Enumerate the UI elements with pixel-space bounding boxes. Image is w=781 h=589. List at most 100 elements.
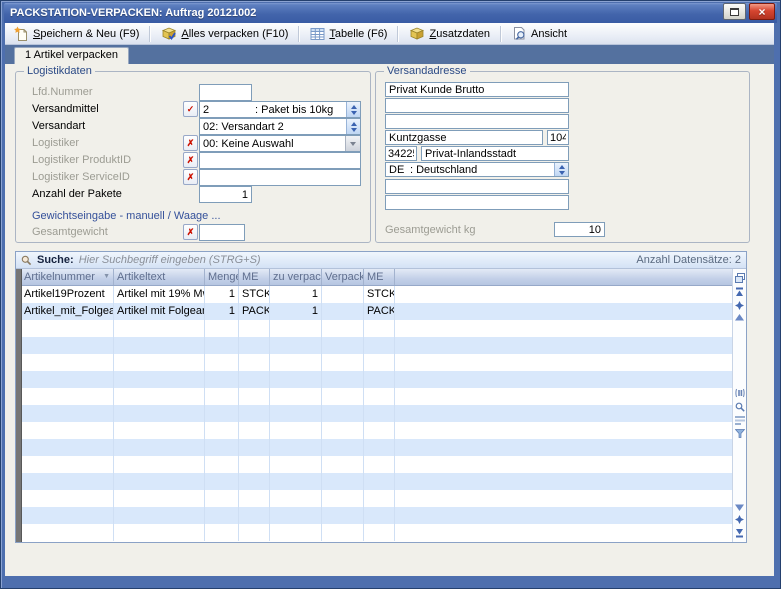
table-row[interactable]: [21, 405, 732, 422]
spinner-icon[interactable]: [346, 119, 360, 134]
restore-button[interactable]: [723, 3, 746, 20]
lfd-nummer-input[interactable]: [199, 84, 252, 101]
address-name2-input[interactable]: [385, 98, 569, 113]
table-cell-filler: [395, 422, 732, 439]
table-cell: [114, 439, 205, 456]
toolbar-button-zusatzdaten[interactable]: Zusatzdaten: [404, 24, 495, 44]
page-down-icon[interactable]: [735, 515, 744, 524]
table-row[interactable]: [21, 354, 732, 371]
table-cell: [322, 524, 364, 541]
table-row[interactable]: [21, 524, 732, 541]
table-cell: [114, 507, 205, 524]
table-row[interactable]: [21, 388, 732, 405]
address-name3-input[interactable]: [385, 114, 569, 129]
table-cell: [239, 388, 270, 405]
address-extra2-input[interactable]: [385, 195, 569, 210]
pakete-input[interactable]: [199, 186, 252, 203]
table-cell: [322, 354, 364, 371]
versandmittel-combo[interactable]: 2 : Paket bis 10kg: [199, 101, 361, 118]
table-cell: [205, 507, 239, 524]
window-buttons: ×: [723, 3, 775, 20]
table-cell-filler: [395, 490, 732, 507]
table-cell: [21, 388, 114, 405]
table-cell: [322, 405, 364, 422]
address-house-number-input[interactable]: [547, 130, 569, 145]
versandart-combo[interactable]: 02: Versandart 2: [199, 118, 361, 135]
gesamtgewicht-input[interactable]: [199, 224, 245, 241]
toolbar-button-speichern-neu[interactable]: Speichern & Neu (F9): [9, 24, 144, 44]
table-row[interactable]: [21, 490, 732, 507]
table-header: Artikelnummer▼ Artikeltext Menge ME zu v…: [21, 269, 732, 286]
header-artikeltext[interactable]: Artikeltext: [114, 269, 205, 285]
table-row[interactable]: [21, 320, 732, 337]
address-name1-input[interactable]: [385, 82, 569, 97]
search-label: Suche:: [37, 254, 74, 266]
country-combo[interactable]: DE : Deutschland: [385, 162, 569, 177]
table-row[interactable]: Artikel19ProzentArtikel mit 19% MwSt.1ST…: [21, 286, 732, 303]
table-cell-filler: [395, 524, 732, 541]
article-table: Artikelnummer▼ Artikeltext Menge ME zu v…: [16, 269, 746, 542]
logistics-group-title: Logistikdaten: [24, 65, 95, 77]
title-bar[interactable]: PACKSTATION-VERPACKEN: Auftrag 20121002: [4, 3, 777, 23]
page-up-icon[interactable]: [735, 301, 744, 310]
table-row[interactable]: [21, 422, 732, 439]
table-row[interactable]: [21, 456, 732, 473]
toolbar-button-ansicht[interactable]: Ansicht: [507, 24, 572, 44]
package-icon: [409, 26, 425, 41]
goto-first-icon[interactable]: [735, 287, 744, 297]
close-button[interactable]: ×: [749, 3, 775, 20]
produktid-input[interactable]: [199, 152, 361, 169]
grid-search-icon[interactable]: [735, 402, 745, 412]
toolbar-button-alles-verpacken[interactable]: Alles verpacken (F10): [156, 24, 293, 44]
prev-row-icon[interactable]: [735, 314, 744, 321]
grid-corner-icon[interactable]: [735, 273, 745, 283]
table-row[interactable]: [21, 439, 732, 456]
close-icon: ×: [758, 6, 765, 18]
table-cell: [239, 524, 270, 541]
filter-icon[interactable]: [735, 429, 745, 438]
table-cell: [270, 422, 322, 439]
table-cell: [322, 388, 364, 405]
column-width-icon[interactable]: [735, 388, 745, 398]
table-cell: [270, 473, 322, 490]
header-zu-verpacken[interactable]: zu verpacke: [270, 269, 322, 285]
gesamtgewicht-label: Gesamtgewicht: [32, 226, 108, 238]
pakete-label: Anzahl der Pakete: [32, 188, 122, 200]
header-me2[interactable]: ME: [364, 269, 395, 285]
summary-icon[interactable]: [735, 416, 745, 425]
row-selector-strip: [16, 269, 22, 542]
next-row-icon[interactable]: [735, 504, 744, 511]
table-row[interactable]: [21, 337, 732, 354]
table-cell: [239, 490, 270, 507]
table-cell: [364, 490, 395, 507]
search-icon: [21, 255, 32, 266]
table-cell-filler: [395, 354, 732, 371]
search-input[interactable]: Hier Suchbegriff eingeben (STRG+S): [79, 254, 261, 266]
table-cell: [270, 439, 322, 456]
address-city-input[interactable]: [421, 146, 569, 161]
table-row[interactable]: [21, 473, 732, 490]
weight-kg-input[interactable]: [554, 222, 605, 237]
table-row[interactable]: [21, 371, 732, 388]
header-verpackt[interactable]: Verpackt: [322, 269, 364, 285]
table-row[interactable]: [21, 507, 732, 524]
address-street-input[interactable]: [385, 130, 543, 145]
table-cell: [239, 422, 270, 439]
toolbar-button-tabelle[interactable]: Tabelle (F6): [305, 24, 392, 44]
tab-artikel-verpacken[interactable]: 1 Artikel verpacken: [14, 47, 129, 64]
spinner-icon[interactable]: [554, 163, 568, 176]
header-filler: [395, 269, 732, 285]
logistiker-combo[interactable]: 00: Keine Auswahl: [199, 135, 361, 152]
spinner-icon[interactable]: [346, 102, 360, 117]
header-menge[interactable]: Menge: [205, 269, 239, 285]
address-extra1-input[interactable]: [385, 179, 569, 194]
header-artikelnummer[interactable]: Artikelnummer▼: [21, 269, 114, 285]
table-row[interactable]: Artikel_mit_FolgeartikelArtikel mit Folg…: [21, 303, 732, 320]
address-zip-input[interactable]: [385, 146, 417, 161]
table-cell: [322, 337, 364, 354]
header-me[interactable]: ME: [239, 269, 270, 285]
goto-last-icon[interactable]: [735, 528, 744, 538]
serviceid-input[interactable]: [199, 169, 361, 186]
weight-entry-link[interactable]: Gewichtseingabe - manuell / Waage ...: [32, 210, 221, 222]
search-bar[interactable]: Suche: Hier Suchbegriff eingeben (STRG+S…: [16, 252, 746, 269]
